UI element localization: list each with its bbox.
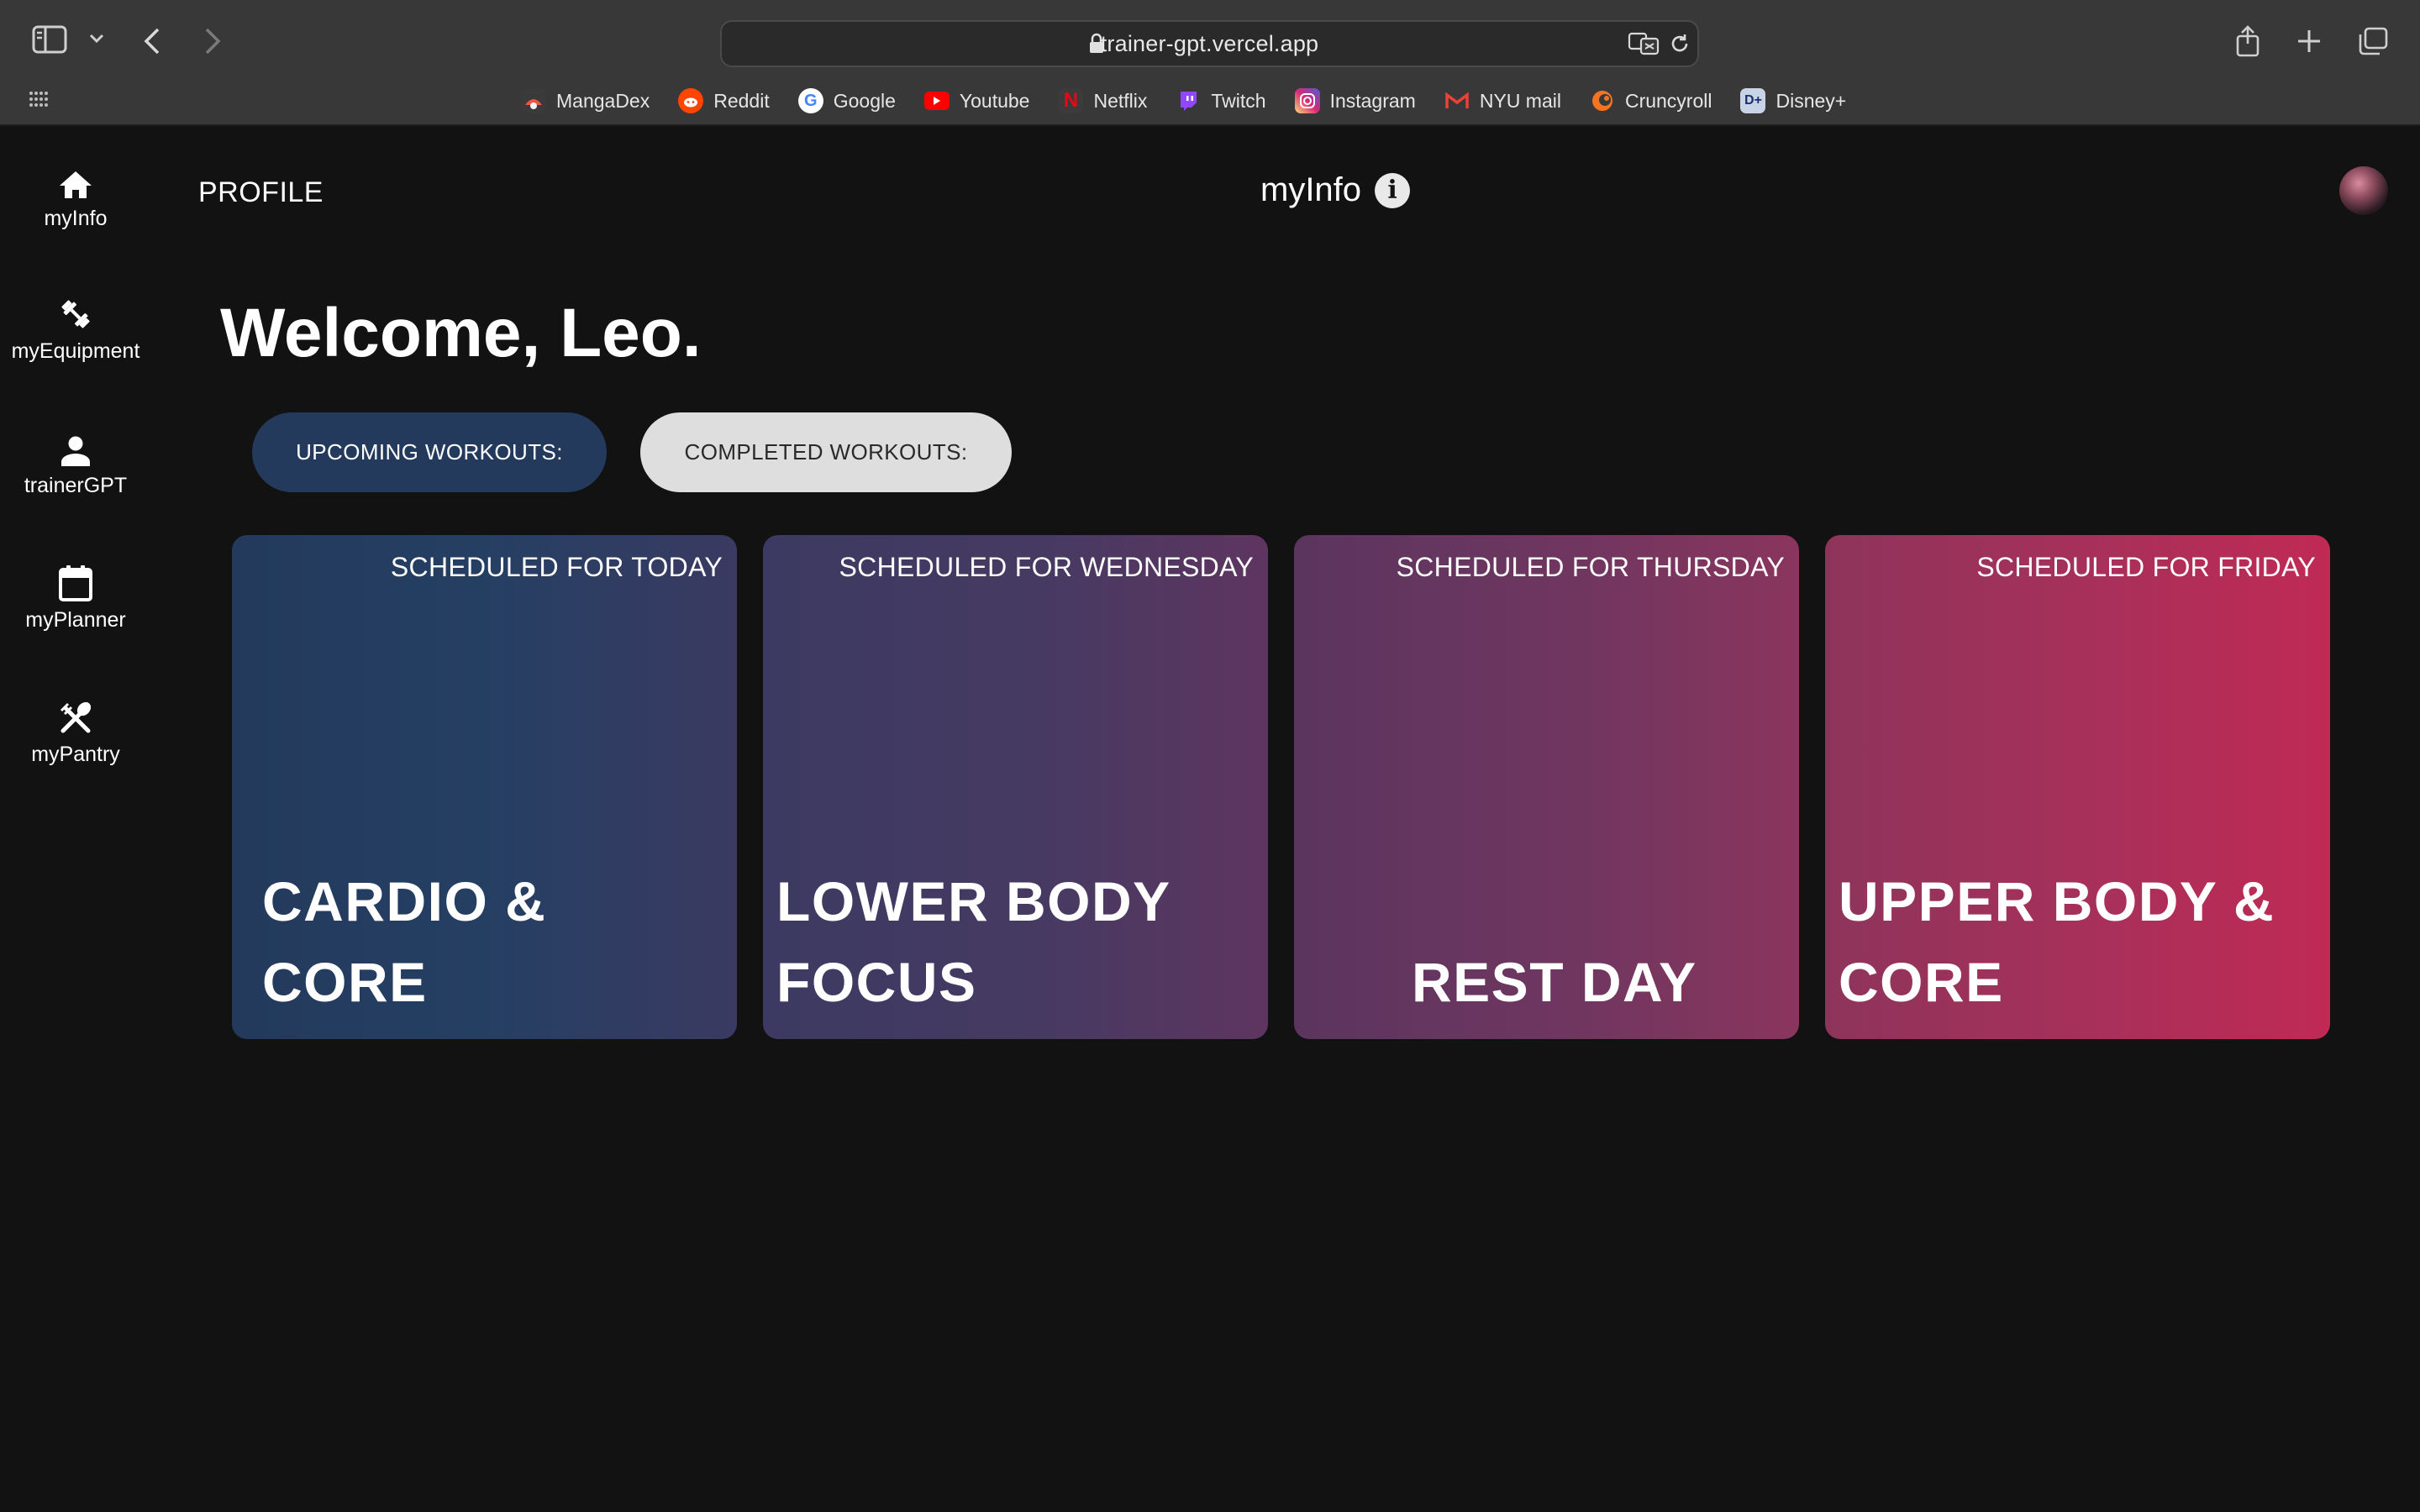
- info-icon[interactable]: i: [1375, 172, 1411, 208]
- bookmark-nyu-mail[interactable]: NYU mail: [1444, 88, 1561, 113]
- workout-title: UPPER BODY & CORE: [1839, 870, 2275, 1013]
- youtube-icon: [923, 92, 950, 110]
- bookmark-label: Disney+: [1776, 89, 1847, 112]
- profile-link[interactable]: PROFILE: [198, 176, 324, 209]
- bookmark-twitch[interactable]: Twitch: [1176, 88, 1266, 113]
- sidebar-item-label: trainerGPT: [24, 474, 128, 497]
- instagram-icon: [1294, 88, 1320, 113]
- person-icon: [59, 428, 92, 467]
- browser-toolbar: trainer-gpt.vercel.app MangaDex Reddit G…: [0, 0, 2420, 126]
- netflix-icon: N: [1058, 88, 1084, 113]
- sidebar-item-myplanner[interactable]: myPlanner: [0, 563, 151, 655]
- bookmark-label: Twitch: [1211, 89, 1266, 112]
- tab-completed-workouts[interactable]: COMPLETED WORKOUTS:: [640, 412, 1012, 492]
- twitch-icon: [1176, 88, 1201, 113]
- sidebar-item-myequipment[interactable]: myEquipment: [0, 294, 151, 386]
- reload-icon[interactable]: [1669, 33, 1691, 55]
- workout-card[interactable]: SCHEDULED FOR THURSDAY REST DAY: [1294, 535, 1799, 1039]
- workout-card[interactable]: SCHEDULED FOR TODAY CARDIO & CORE: [232, 535, 737, 1039]
- sidebar-item-label: myInfo: [44, 207, 108, 230]
- chevron-down-icon[interactable]: [89, 34, 104, 44]
- gmail-icon: [1444, 88, 1470, 113]
- share-icon[interactable]: [2235, 25, 2260, 57]
- bookmark-label: MangaDex: [556, 89, 650, 112]
- bookmark-label: Instagram: [1329, 89, 1416, 112]
- tab-overview-icon[interactable]: [2358, 27, 2388, 55]
- bookmark-youtube[interactable]: Youtube: [923, 89, 1030, 113]
- back-icon[interactable]: [143, 27, 161, 55]
- reddit-icon: [678, 88, 704, 113]
- google-icon: G: [797, 88, 823, 113]
- welcome-heading: Welcome, Leo.: [220, 295, 702, 371]
- new-tab-icon[interactable]: [2296, 29, 2322, 54]
- translate-icon[interactable]: [1628, 32, 1661, 55]
- workout-schedule: SCHEDULED FOR WEDNESDAY: [839, 552, 1254, 582]
- bookmark-google[interactable]: G Google: [797, 88, 896, 113]
- bookmarks-bar: MangaDex Reddit G Google Youtube N Netfl…: [521, 84, 1846, 118]
- bookmark-mangadex[interactable]: MangaDex: [521, 88, 650, 113]
- bookmark-crunchyroll[interactable]: Cruncyroll: [1590, 88, 1712, 113]
- page-header: myInfo i: [1260, 171, 1411, 209]
- workout-title: CARDIO & CORE: [262, 870, 547, 1013]
- forward-icon[interactable]: [203, 27, 222, 55]
- workout-schedule: SCHEDULED FOR TODAY: [390, 552, 723, 582]
- bookmark-label: Reddit: [713, 89, 770, 112]
- bookmark-instagram[interactable]: Instagram: [1294, 88, 1416, 113]
- workout-title: LOWER BODY FOCUS: [776, 870, 1171, 1013]
- sidebar-toggle-icon[interactable]: [32, 25, 67, 54]
- sidebar-item-mypantry[interactable]: myPantry: [0, 697, 151, 790]
- sidebar-item-myinfo[interactable]: myInfo: [0, 161, 151, 254]
- address-bar[interactable]: trainer-gpt.vercel.app: [720, 20, 1699, 67]
- sidebar-item-trainergpt[interactable]: trainerGPT: [0, 428, 151, 521]
- bookmark-disney-plus[interactable]: D+ Disney+: [1740, 88, 1846, 113]
- bookmark-label: Youtube: [959, 89, 1030, 112]
- crunchyroll-icon: [1590, 88, 1615, 113]
- page-title: myInfo: [1260, 171, 1362, 208]
- bookmark-label: Cruncyroll: [1624, 89, 1712, 112]
- workout-schedule: SCHEDULED FOR FRIDAY: [1976, 552, 2316, 582]
- workout-title: REST DAY: [1412, 951, 1697, 1013]
- apps-grid-icon[interactable]: [29, 91, 49, 108]
- sidebar: myInfo myEquipment trainerGPT myPlanner …: [0, 128, 151, 1512]
- bookmark-reddit[interactable]: Reddit: [678, 88, 770, 113]
- bookmark-netflix[interactable]: N Netflix: [1058, 88, 1147, 113]
- bookmark-label: NYU mail: [1479, 89, 1561, 112]
- disney-plus-icon: D+: [1740, 88, 1766, 113]
- sidebar-item-label: myPantry: [31, 743, 120, 766]
- sidebar-item-label: myPlanner: [25, 608, 126, 632]
- home-icon: [58, 161, 93, 200]
- url-text: trainer-gpt.vercel.app: [1100, 31, 1319, 56]
- mangadex-icon: [521, 88, 546, 113]
- utensils-icon: [58, 697, 93, 736]
- workout-card[interactable]: SCHEDULED FOR FRIDAY UPPER BODY & CORE: [1825, 535, 2330, 1039]
- bookmark-label: Netflix: [1093, 89, 1148, 112]
- avatar[interactable]: [2339, 166, 2388, 215]
- tab-upcoming-workouts[interactable]: UPCOMING WORKOUTS:: [252, 412, 607, 492]
- calendar-icon: [58, 563, 93, 601]
- workout-schedule: SCHEDULED FOR THURSDAY: [1396, 552, 1785, 582]
- sidebar-item-label: myEquipment: [11, 339, 140, 363]
- fitness-icon: [57, 294, 94, 333]
- bookmark-label: Google: [833, 89, 896, 112]
- workout-card[interactable]: SCHEDULED FOR WEDNESDAY LOWER BODY FOCUS: [763, 535, 1268, 1039]
